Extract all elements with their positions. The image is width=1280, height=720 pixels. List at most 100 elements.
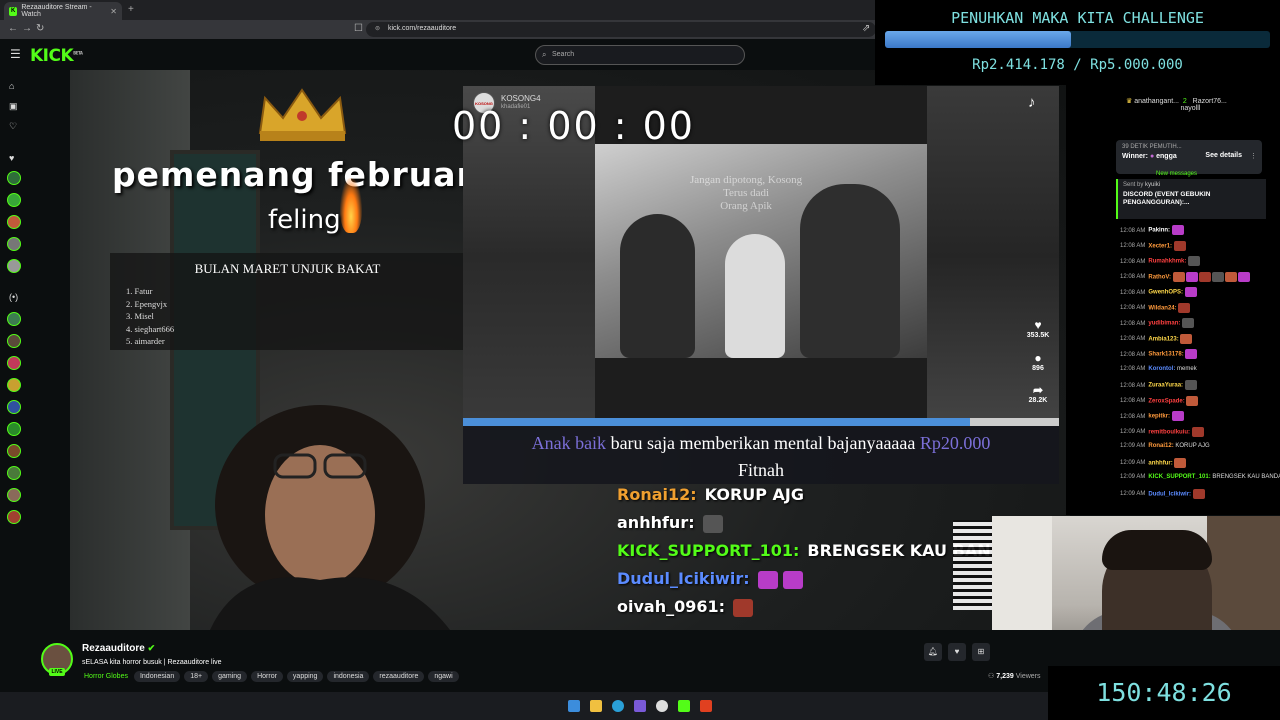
brave-icon[interactable] (700, 700, 712, 712)
notification-bell-icon[interactable]: 🔔︎ (924, 643, 942, 661)
follow-heart-icon[interactable]: ♥ (948, 643, 966, 661)
tag-pill[interactable]: yapping (286, 671, 324, 682)
new-messages-indicator[interactable]: New messages (1156, 171, 1197, 177)
chat-message[interactable]: 12:09 AM KICK_SUPPORT_101: BRENGSEK KAU B… (1120, 473, 1280, 489)
recommended-channel-avatar[interactable] (7, 356, 21, 370)
gifter-name[interactable]: Razort76... (1193, 98, 1227, 105)
forward-icon[interactable]: → (22, 23, 32, 34)
close-tab-icon[interactable]: ✕ (110, 7, 117, 16)
tiktok-comments[interactable]: ● 896 (1023, 351, 1053, 372)
recommended-channel-avatar[interactable] (7, 400, 21, 414)
tag-pill[interactable]: gaming (212, 671, 248, 682)
tag-pill[interactable]: ngawi (428, 671, 459, 682)
message-username[interactable]: Ronai12: (1148, 443, 1173, 449)
chat-message[interactable]: 12:08 AM Shark13178: (1120, 349, 1280, 365)
message-username[interactable]: Korontol: (1148, 366, 1175, 372)
recommended-channel-avatar[interactable] (7, 466, 21, 480)
pinned-message[interactable]: 39 DETIK PEMUTIH... Winner: ● engga See … (1116, 140, 1262, 174)
chat-message[interactable]: 12:08 AM kepitkr: (1120, 411, 1280, 427)
chat-message[interactable]: 12:09 AM Ronai12: KORUP AJG (1120, 442, 1280, 458)
tag-pill[interactable]: Horror (251, 671, 283, 682)
chat-message[interactable]: 12:08 AM Korontol: memek (1120, 365, 1280, 381)
chat-message[interactable]: 12:09 AM Dudul_Icikiwir: (1120, 488, 1280, 505)
message-username[interactable]: Dudul_Icikiwir: (1148, 491, 1191, 497)
home-icon[interactable]: ⌂ (9, 81, 14, 91)
chat-message[interactable]: 12:08 AM ZuraaYuraa: (1120, 380, 1280, 396)
more-options-icon[interactable]: ⋮ (1250, 152, 1257, 160)
menu-icon[interactable]: ☰ (10, 47, 21, 61)
message-username[interactable]: Ambia123: (1148, 336, 1178, 342)
followed-channel-avatar[interactable] (7, 193, 21, 207)
discord-icon[interactable] (634, 700, 646, 712)
recommended-channel-avatar[interactable] (7, 444, 21, 458)
message-username[interactable]: remitboulkuiu: (1148, 429, 1190, 435)
chat-message[interactable]: 12:08 AM yudibiman: (1120, 318, 1280, 334)
back-icon[interactable]: ← (8, 23, 18, 34)
browser-tab[interactable]: K Rezaauditore Stream - Watch ✕ (4, 2, 122, 20)
following-icon[interactable]: ♡ (9, 121, 17, 132)
followed-channel-avatar[interactable] (7, 171, 21, 185)
chat-message[interactable]: 12:08 AM Wildan24: (1120, 302, 1280, 319)
file-explorer-icon[interactable] (590, 700, 602, 712)
gifter-name[interactable]: anathangant... (1134, 98, 1179, 105)
recommended-channel-avatar[interactable] (7, 312, 21, 326)
recommended-channel-avatar[interactable] (7, 488, 21, 502)
bookmark-icon[interactable]: ☐ (354, 23, 363, 34)
followed-channel-avatar[interactable] (7, 237, 21, 251)
recommended-channel-avatar[interactable] (7, 334, 21, 348)
donation-alert: Anak baik baru saja memberikan mental ba… (463, 426, 1059, 484)
chat-message[interactable]: 12:08 AM ZeroxSpade: (1120, 395, 1280, 412)
tag-pill[interactable]: Indonesian (133, 671, 181, 682)
chat-message[interactable]: 12:08 AM Rumahkhmk: (1120, 256, 1280, 272)
tiktok-likes[interactable]: ♥ 353.5K (1023, 318, 1053, 339)
recommended-channel-avatar[interactable] (7, 422, 21, 436)
message-username[interactable]: Rumahkhmk: (1148, 259, 1186, 265)
chat-message[interactable]: 12:08 AM Ambia123: (1120, 333, 1280, 350)
edge-icon[interactable] (612, 700, 624, 712)
message-username[interactable]: ZeroxSpade: (1148, 398, 1184, 404)
message-username[interactable]: anhhfur: (1148, 460, 1172, 466)
message-username[interactable]: KICK_SUPPORT_101: (1148, 474, 1210, 480)
discord-pinned-card[interactable]: Sent by kyuiki DISCORD (EVENT GEBUKIN PE… (1116, 179, 1266, 219)
tag-pill[interactable]: rezaauditore (373, 671, 425, 682)
chat-message[interactable]: 12:09 AM anhhfur: (1120, 457, 1280, 474)
message-username[interactable]: Shark13178: (1148, 352, 1183, 358)
message-username[interactable]: Wildan24: (1148, 305, 1176, 311)
channel-name[interactable]: Rezaauditore ✔ (82, 643, 155, 654)
message-username[interactable]: Pakinn: (1148, 228, 1170, 234)
followed-channel-avatar[interactable] (7, 215, 21, 229)
message-username[interactable]: ZuraaYuraa: (1148, 383, 1183, 389)
message-username[interactable]: Xecter1: (1148, 243, 1172, 249)
chat-message[interactable]: 12:08 AM GwenhOPS: (1120, 287, 1280, 303)
tiktok-shares[interactable]: ➦ 28.2K (1023, 383, 1053, 404)
tiktok-username[interactable]: KOSONG4 (501, 94, 541, 103)
obs-icon[interactable] (656, 700, 668, 712)
search-input[interactable]: ⌕ Search (535, 45, 745, 65)
followed-channel-avatar[interactable] (7, 259, 21, 273)
chat-message[interactable]: 12:08 AM RathoV: (1120, 271, 1280, 288)
new-tab-icon[interactable]: + (128, 4, 134, 15)
browse-icon[interactable]: ▣ (9, 101, 18, 112)
start-icon[interactable] (568, 700, 580, 712)
kick-app-icon[interactable] (678, 700, 690, 712)
tag-pill[interactable]: 18+ (184, 671, 209, 682)
category-link[interactable]: Horror Globes (82, 671, 130, 682)
chat-message[interactable]: 12:08 AM Xecter1: (1120, 240, 1280, 257)
tag-pill[interactable]: indonesia (327, 671, 370, 682)
kick-logo[interactable]: KICKBETA (30, 46, 83, 66)
tiktok-progress-bar[interactable] (463, 418, 1059, 426)
recommended-channel-avatar[interactable] (7, 510, 21, 524)
gift-icon[interactable]: ⊞ (972, 643, 990, 661)
gifter-name[interactable]: nayolll (1180, 105, 1200, 112)
message-username[interactable]: yudibiman: (1148, 321, 1180, 327)
reload-icon[interactable]: ↻ (36, 23, 44, 34)
share-icon[interactable]: ⇗ (862, 23, 870, 34)
chat-message[interactable]: 12:08 AM Pakinn: (1120, 225, 1280, 241)
see-details-button[interactable]: See details (1205, 152, 1242, 159)
message-username[interactable]: kepitkr: (1148, 414, 1170, 420)
url-field[interactable]: ⊜ kick.com/rezaauditore (366, 22, 876, 37)
chat-message[interactable]: 12:09 AM remitboulkuiu: (1120, 426, 1280, 443)
message-username[interactable]: GwenhOPS: (1148, 290, 1183, 296)
message-username[interactable]: RathoV: (1148, 274, 1171, 280)
recommended-channel-avatar[interactable] (7, 378, 21, 392)
